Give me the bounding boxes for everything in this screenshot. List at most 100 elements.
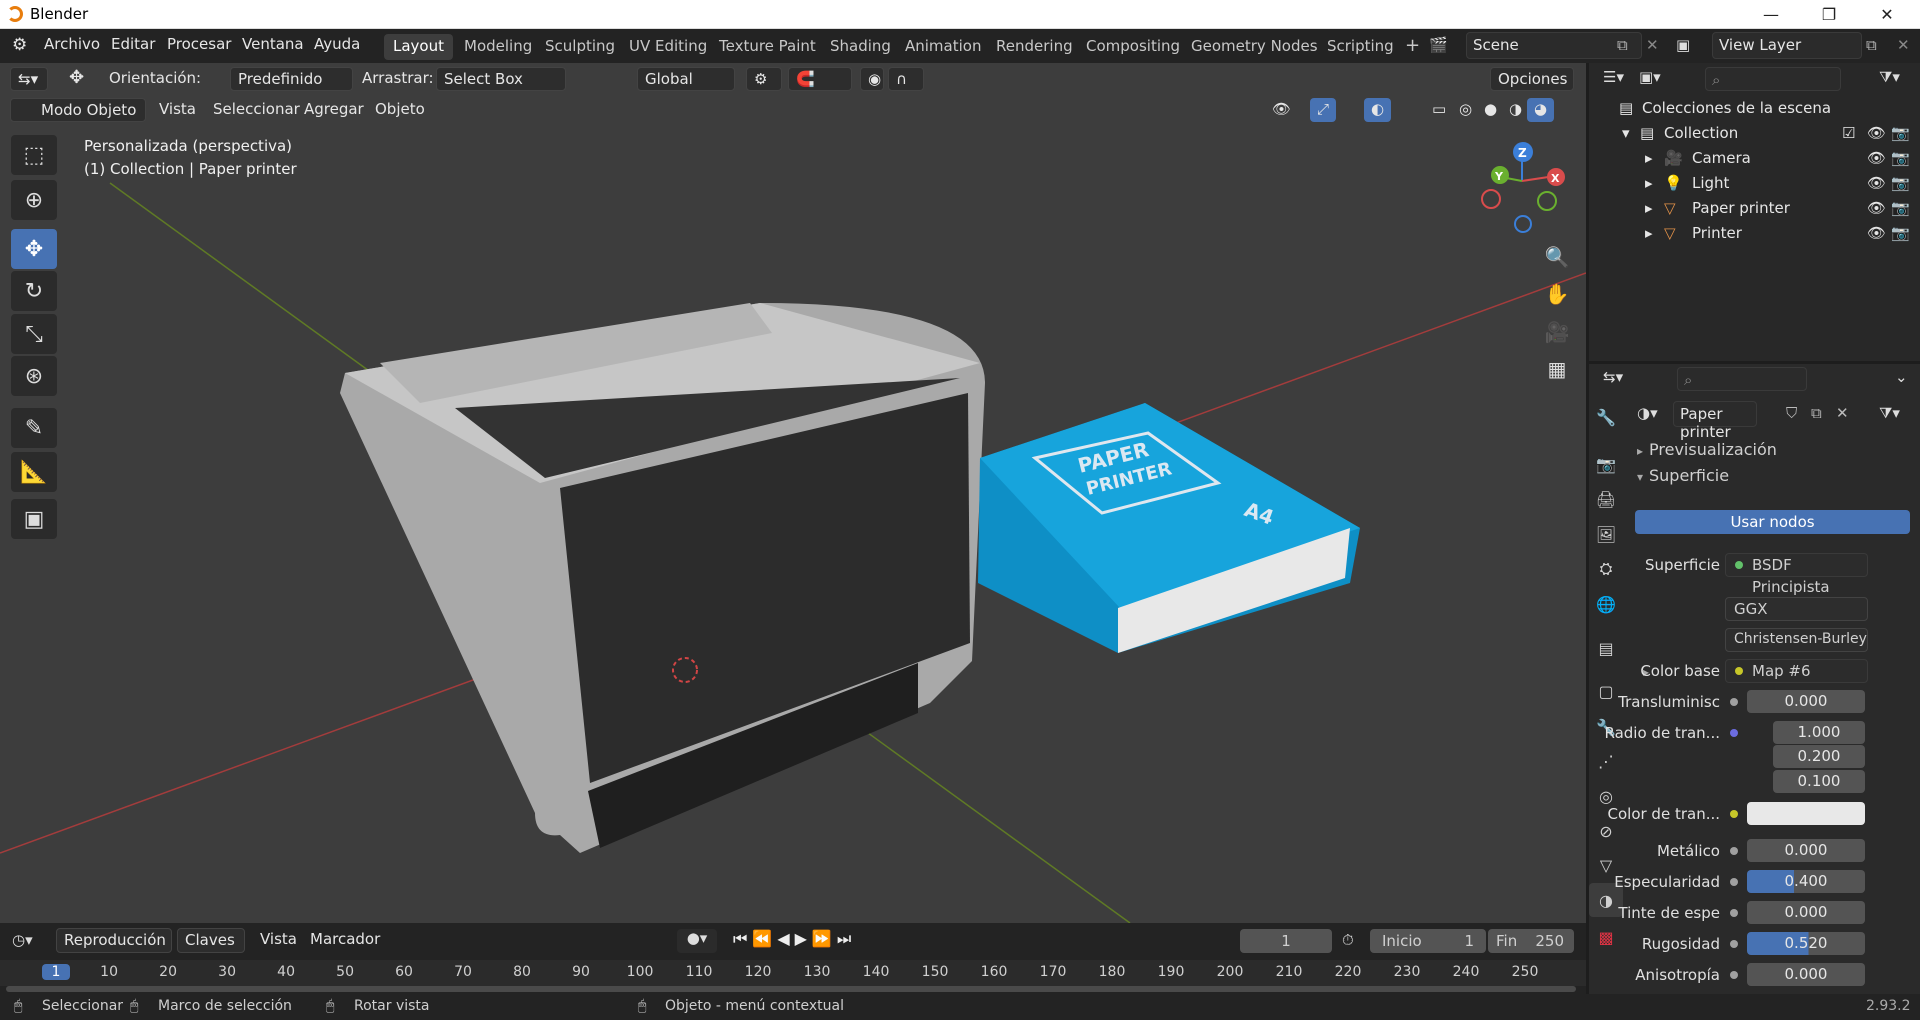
blender-menu-icon[interactable]: ⚙ — [12, 35, 27, 55]
material-name-field[interactable]: Paper printer — [1673, 401, 1757, 441]
tab-scripting[interactable]: Scripting — [1318, 34, 1403, 60]
scale-tool-icon[interactable]: ⤡ — [11, 314, 57, 354]
maximize-button[interactable]: ❐ — [1800, 0, 1858, 29]
measure-tool-icon[interactable]: 📐 — [11, 452, 57, 492]
prop-value-slider[interactable]: 0.000 — [1747, 839, 1865, 862]
surface-shader-field[interactable]: BSDF Principista — [1725, 553, 1868, 596]
xray-icon[interactable]: ▭ — [1425, 98, 1453, 122]
frame-tick-label[interactable]: 200 — [1216, 964, 1244, 980]
new-view-layer-icon[interactable]: ⧉ — [1866, 36, 1877, 54]
zoom-icon[interactable]: 🔍 — [1541, 241, 1573, 273]
expand-icon[interactable]: ▸ — [1645, 149, 1653, 167]
frame-tick-label[interactable]: 60 — [390, 964, 418, 980]
frame-tick-label[interactable]: 120 — [744, 964, 772, 980]
outliner-editor-icon[interactable]: ☰▾ — [1603, 68, 1624, 86]
visibility-eye-icon[interactable]: 👁 — [1867, 149, 1886, 167]
timeline-editor-icon[interactable]: ◷▾ — [12, 931, 33, 949]
tool-tab-icon[interactable]: 🔧 — [1589, 400, 1623, 434]
camera-view-icon[interactable]: 🎥 — [1541, 316, 1573, 348]
orientation-dropdown[interactable]: Predefinido — [230, 67, 353, 91]
wireframe-shading-icon[interactable]: ◎ — [1452, 98, 1479, 122]
frame-tick-label[interactable]: 180 — [1098, 964, 1126, 980]
vector-socket-icon[interactable] — [1730, 729, 1738, 737]
render-tab-icon[interactable]: 📷 — [1589, 447, 1623, 481]
properties-editor-icon[interactable]: ⇆▾ — [1603, 368, 1623, 386]
menu-claves[interactable]: Claves — [177, 928, 245, 953]
outliner-item-paper-printer[interactable]: ▸ ▽ Paper printer 👁 📷 — [1589, 197, 1920, 222]
select-box-tool-icon[interactable]: ⬚ — [11, 135, 57, 175]
tab-texture-paint[interactable]: Texture Paint — [710, 34, 825, 60]
tab-sculpting[interactable]: Sculpting — [536, 34, 624, 60]
tab-modeling[interactable]: Modeling — [455, 34, 541, 60]
outliner-item-light[interactable]: ▸ 💡 Light 👁 📷 — [1589, 172, 1920, 197]
tab-animation[interactable]: Animation — [896, 34, 990, 60]
material-options-icon[interactable]: ⧩▾ — [1879, 404, 1900, 422]
base-color-field[interactable]: Map #6 — [1725, 659, 1868, 683]
collapse-surface-icon[interactable]: ▾ — [1637, 470, 1643, 484]
frame-tick-label[interactable]: 160 — [980, 964, 1008, 980]
frame-tick-label[interactable]: 230 — [1393, 964, 1421, 980]
solid-shading-icon[interactable]: ● — [1477, 98, 1504, 122]
visibility-eye-icon[interactable]: 👁 — [1867, 174, 1886, 192]
frame-tick-label[interactable]: 10 — [95, 964, 123, 980]
playback-controls-icon[interactable]: ⏮⏪◀▶⏩⏭ — [733, 929, 856, 949]
render-camera-icon[interactable]: 📷 — [1891, 124, 1910, 142]
move-tool-icon[interactable]: ✥ — [62, 65, 91, 89]
visibility-eye-icon[interactable]: 👁 — [1867, 199, 1886, 217]
menu-seleccionar[interactable]: Seleccionar — [206, 98, 307, 122]
snap-icon[interactable]: 🧲 — [788, 67, 852, 91]
frame-tick-label[interactable]: 150 — [921, 964, 949, 980]
menu-reproduccion[interactable]: Reproducción — [56, 928, 172, 953]
expand-icon[interactable]: ▸ — [1645, 224, 1653, 242]
outliner-item-printer[interactable]: ▸ ▽ Printer 👁 📷 — [1589, 222, 1920, 247]
frame-tick-label[interactable]: 130 — [803, 964, 831, 980]
visibility-eye-icon[interactable]: 👁 — [1867, 224, 1886, 242]
tab-compositing[interactable]: Compositing — [1077, 34, 1189, 60]
menu-ventana[interactable]: Ventana — [242, 35, 304, 53]
timeline-scrollbar[interactable] — [6, 986, 1576, 992]
view-layer-tab-icon[interactable]: 🖼 — [1589, 517, 1623, 551]
frame-tick-label[interactable]: 100 — [626, 964, 654, 980]
start-frame-field[interactable]: Inicio 1 — [1370, 929, 1486, 953]
subsurface-radius-z[interactable]: 0.100 — [1773, 770, 1865, 793]
scene-tab-icon[interactable]: ⛭ — [1589, 552, 1623, 586]
add-workspace-icon[interactable]: + — [1396, 32, 1429, 58]
options-dropdown[interactable]: Opciones — [1490, 67, 1574, 91]
frame-tick-label[interactable]: 1 — [42, 964, 70, 980]
menu-marcador[interactable]: Marcador — [303, 928, 387, 952]
render-camera-icon[interactable]: 📷 — [1891, 224, 1910, 242]
particles-tab-icon[interactable]: ⋰ — [1589, 744, 1623, 778]
rendered-shading-icon[interactable]: ◕ — [1527, 98, 1555, 122]
mode-dropdown[interactable]: Modo Objeto — [10, 98, 146, 122]
distribution-dropdown[interactable]: GGX — [1725, 597, 1868, 621]
tool-settings-icon[interactable]: ⇆▾ — [10, 67, 48, 91]
frame-tick-label[interactable]: 40 — [272, 964, 300, 980]
view-layer-field[interactable]: View Layer — [1712, 32, 1862, 59]
socket-icon[interactable] — [1730, 698, 1738, 706]
frame-tick-label[interactable]: 250 — [1511, 964, 1539, 980]
overlay-toggle-icon[interactable]: ◐ — [1364, 98, 1392, 122]
expand-icon[interactable]: ▸ — [1645, 174, 1653, 192]
current-frame-field[interactable]: 1 — [1240, 929, 1332, 953]
record-keyframe-icon[interactable]: ●▾ — [677, 929, 717, 953]
transform-orientation-dropdown[interactable]: Global — [637, 67, 735, 91]
expand-collection-icon[interactable]: ▾ — [1622, 124, 1630, 142]
subsurface-radius-x[interactable]: 1.000 — [1773, 721, 1865, 744]
frame-tick-label[interactable]: 70 — [449, 964, 477, 980]
add-cube-tool-icon[interactable]: ▣ — [11, 499, 57, 539]
close-button[interactable]: ✕ — [1858, 0, 1916, 29]
3d-viewport[interactable]: PAPER PRINTER A4 Z X Y ⇆▾ ✥ Orientación:… — [0, 63, 1586, 923]
menu-ayuda[interactable]: Ayuda — [314, 35, 360, 53]
expand-icon[interactable]: ▸ — [1645, 199, 1653, 217]
subsurface-value[interactable]: 0.000 — [1747, 690, 1865, 713]
render-camera-icon[interactable]: 📷 — [1891, 199, 1910, 217]
prop-value-slider[interactable]: 0.000 — [1747, 963, 1865, 986]
pan-hand-icon[interactable]: ✋ — [1541, 278, 1573, 310]
fake-user-icon[interactable]: ⛉ — [1786, 404, 1797, 422]
socket-icon[interactable] — [1730, 847, 1738, 855]
menu-procesar[interactable]: Procesar — [167, 35, 231, 53]
outliner-item-camera[interactable]: ▸ 🎥 Camera 👁 📷 — [1589, 147, 1920, 172]
tab-geometry-nodes[interactable]: Geometry Nodes — [1182, 34, 1327, 60]
move-tool-button-icon[interactable]: ✥ — [11, 229, 57, 269]
proportional-edit-icon[interactable]: ◉ — [860, 67, 884, 91]
